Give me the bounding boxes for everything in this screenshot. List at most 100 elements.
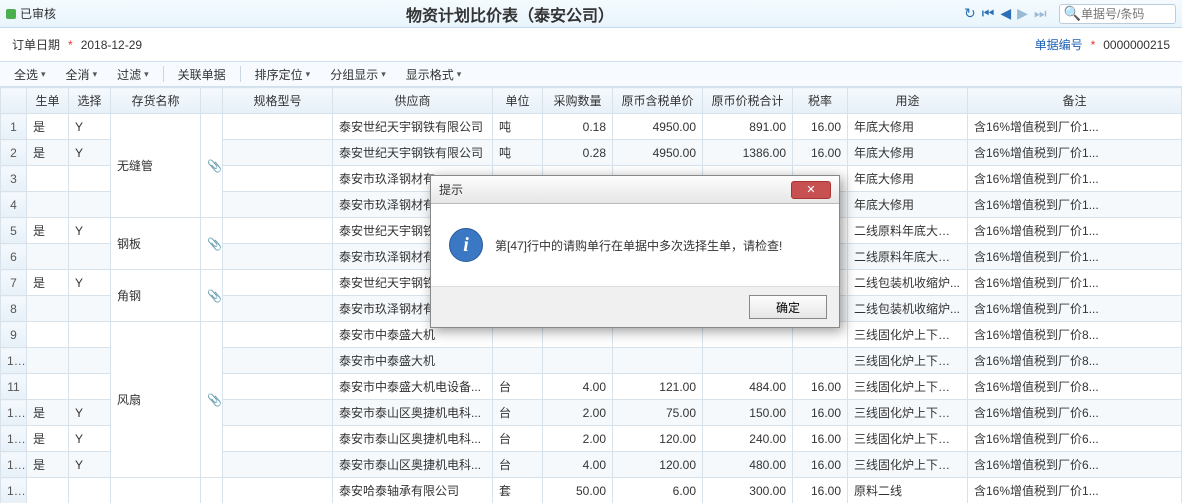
cell-select: [69, 192, 111, 218]
cell-shengdan: 是: [27, 426, 69, 452]
cell-select: [69, 166, 111, 192]
cell-shengdan: [27, 244, 69, 270]
cell-price: 6.00: [613, 478, 703, 504]
cell-price: 75.00: [613, 400, 703, 426]
cell-spec: [223, 426, 333, 452]
row-number: 9: [1, 322, 27, 348]
cell-spec: [223, 270, 333, 296]
cell-spec: [223, 140, 333, 166]
last-icon[interactable]: ⏭: [1034, 5, 1047, 22]
audit-status: 已审核: [6, 5, 56, 22]
cell-shengdan: 是: [27, 270, 69, 296]
modal-title-text: 提示: [439, 181, 791, 198]
col-header[interactable]: [1, 88, 27, 114]
cell-total: 480.00: [703, 452, 793, 478]
doc-no-label[interactable]: 单据编号: [1035, 36, 1083, 53]
cell-use: 三线固化炉上下链板: [848, 452, 968, 478]
search-box[interactable]: 🔍: [1059, 4, 1176, 24]
row-number: 1: [1, 114, 27, 140]
col-header[interactable]: 原币价税合计: [703, 88, 793, 114]
cell-unit: 台: [493, 426, 543, 452]
cell-supplier: 泰安市泰山区奥捷机电科...: [333, 426, 493, 452]
col-header[interactable]: 采购数量: [543, 88, 613, 114]
select-all-button[interactable]: 全选▾: [6, 62, 54, 86]
cell-shengdan: [27, 478, 69, 504]
relate-button[interactable]: 关联单据: [170, 62, 234, 86]
cell-price: [613, 348, 703, 374]
search-icon: 🔍: [1064, 5, 1081, 22]
cell-tax: 16.00: [793, 452, 848, 478]
cell-shengdan: [27, 166, 69, 192]
search-input[interactable]: [1081, 7, 1171, 21]
info-row: 订单日期 * 2018-12-29 单据编号 * 0000000215: [0, 28, 1182, 61]
attachment-icon: [201, 478, 223, 504]
refresh-icon[interactable]: ↻: [964, 5, 976, 22]
cell-supplier: 泰安哈泰轴承有限公司: [333, 478, 493, 504]
cell-name: 角钢: [111, 270, 201, 322]
col-header[interactable]: 税率: [793, 88, 848, 114]
col-header[interactable]: 单位: [493, 88, 543, 114]
row-number: 8: [1, 296, 27, 322]
col-header[interactable]: [201, 88, 223, 114]
cell-supplier: 泰安世纪天宇钢铁有限公司: [333, 114, 493, 140]
cell-name: 无缝管: [111, 114, 201, 218]
row-number: 7: [1, 270, 27, 296]
cell-spec: [223, 374, 333, 400]
cell-remark: 含16%增值税到厂价1...: [968, 478, 1182, 504]
cell-supplier: 泰安市泰山区奥捷机电科...: [333, 452, 493, 478]
cell-unit: [493, 348, 543, 374]
group-button[interactable]: 分组显示▾: [322, 62, 394, 86]
modal-message: 第[47]行中的请购单行在单据中多次选择生单，请检查!: [495, 237, 782, 254]
filter-button[interactable]: 过滤▾: [109, 62, 157, 86]
col-header[interactable]: 用途: [848, 88, 968, 114]
cell-use: 年底大修用: [848, 166, 968, 192]
col-header[interactable]: 选择: [69, 88, 111, 114]
cell-shengdan: 是: [27, 114, 69, 140]
cell-price: 120.00: [613, 426, 703, 452]
col-header[interactable]: 规格型号: [223, 88, 333, 114]
col-header[interactable]: 原币含税单价: [613, 88, 703, 114]
cell-select: [69, 296, 111, 322]
cell-supplier: 泰安世纪天宇钢铁有限公司: [333, 140, 493, 166]
cell-select: [69, 478, 111, 504]
display-button[interactable]: 显示格式▾: [398, 62, 470, 86]
next-icon[interactable]: ▶: [1017, 5, 1028, 22]
cell-select: Y: [69, 452, 111, 478]
cell-total: 1386.00: [703, 140, 793, 166]
sort-button[interactable]: 排序定位▾: [247, 62, 319, 86]
top-bar: 已审核 物资计划比价表（泰安公司） ↻ ⏮ ◀ ▶ ⏭ 🔍: [0, 0, 1182, 28]
cell-tax: 16.00: [793, 140, 848, 166]
ok-button[interactable]: 确定: [749, 295, 827, 319]
first-icon[interactable]: ⏮: [982, 5, 995, 22]
cell-spec: [223, 400, 333, 426]
close-button[interactable]: ✕: [791, 181, 831, 199]
cell-use: 三线固化炉上下链板: [848, 400, 968, 426]
cell-use: 二线包装机收缩炉...: [848, 270, 968, 296]
cell-price: 4950.00: [613, 114, 703, 140]
cell-total: 150.00: [703, 400, 793, 426]
prev-icon[interactable]: ◀: [1000, 5, 1011, 22]
cell-total: 891.00: [703, 114, 793, 140]
col-header[interactable]: 存货名称: [111, 88, 201, 114]
cell-use: 三线固化炉上下链板: [848, 426, 968, 452]
cell-remark: 含16%增值税到厂价8...: [968, 322, 1182, 348]
table-row[interactable]: 15泰安哈泰轴承有限公司套50.006.00300.0016.00原料二线含16…: [1, 478, 1182, 504]
col-header[interactable]: 供应商: [333, 88, 493, 114]
cell-qty: 2.00: [543, 400, 613, 426]
nav-icons: ↻ ⏮ ◀ ▶ ⏭ 🔍: [964, 4, 1176, 24]
modal-body: i 第[47]行中的请购单行在单据中多次选择生单，请检查!: [431, 204, 839, 286]
cell-remark: 含16%增值税到厂价1...: [968, 114, 1182, 140]
cell-remark: 含16%增值税到厂价8...: [968, 348, 1182, 374]
row-number: 15: [1, 478, 27, 504]
modal-titlebar[interactable]: 提示 ✕: [431, 176, 839, 204]
cell-select: [69, 322, 111, 348]
cell-supplier: 泰安市中泰盛大机电设备...: [333, 374, 493, 400]
cell-remark: 含16%增值税到厂价6...: [968, 400, 1182, 426]
col-header[interactable]: 备注: [968, 88, 1182, 114]
col-header[interactable]: 生单: [27, 88, 69, 114]
deselect-all-button[interactable]: 全消▾: [58, 62, 106, 86]
cell-spec: [223, 192, 333, 218]
cell-use: 三线固化炉上下链板: [848, 322, 968, 348]
table-row[interactable]: 1是Y无缝管📎泰安世纪天宇钢铁有限公司吨0.184950.00891.0016.…: [1, 114, 1182, 140]
cell-use: 三线固化炉上下链板: [848, 374, 968, 400]
